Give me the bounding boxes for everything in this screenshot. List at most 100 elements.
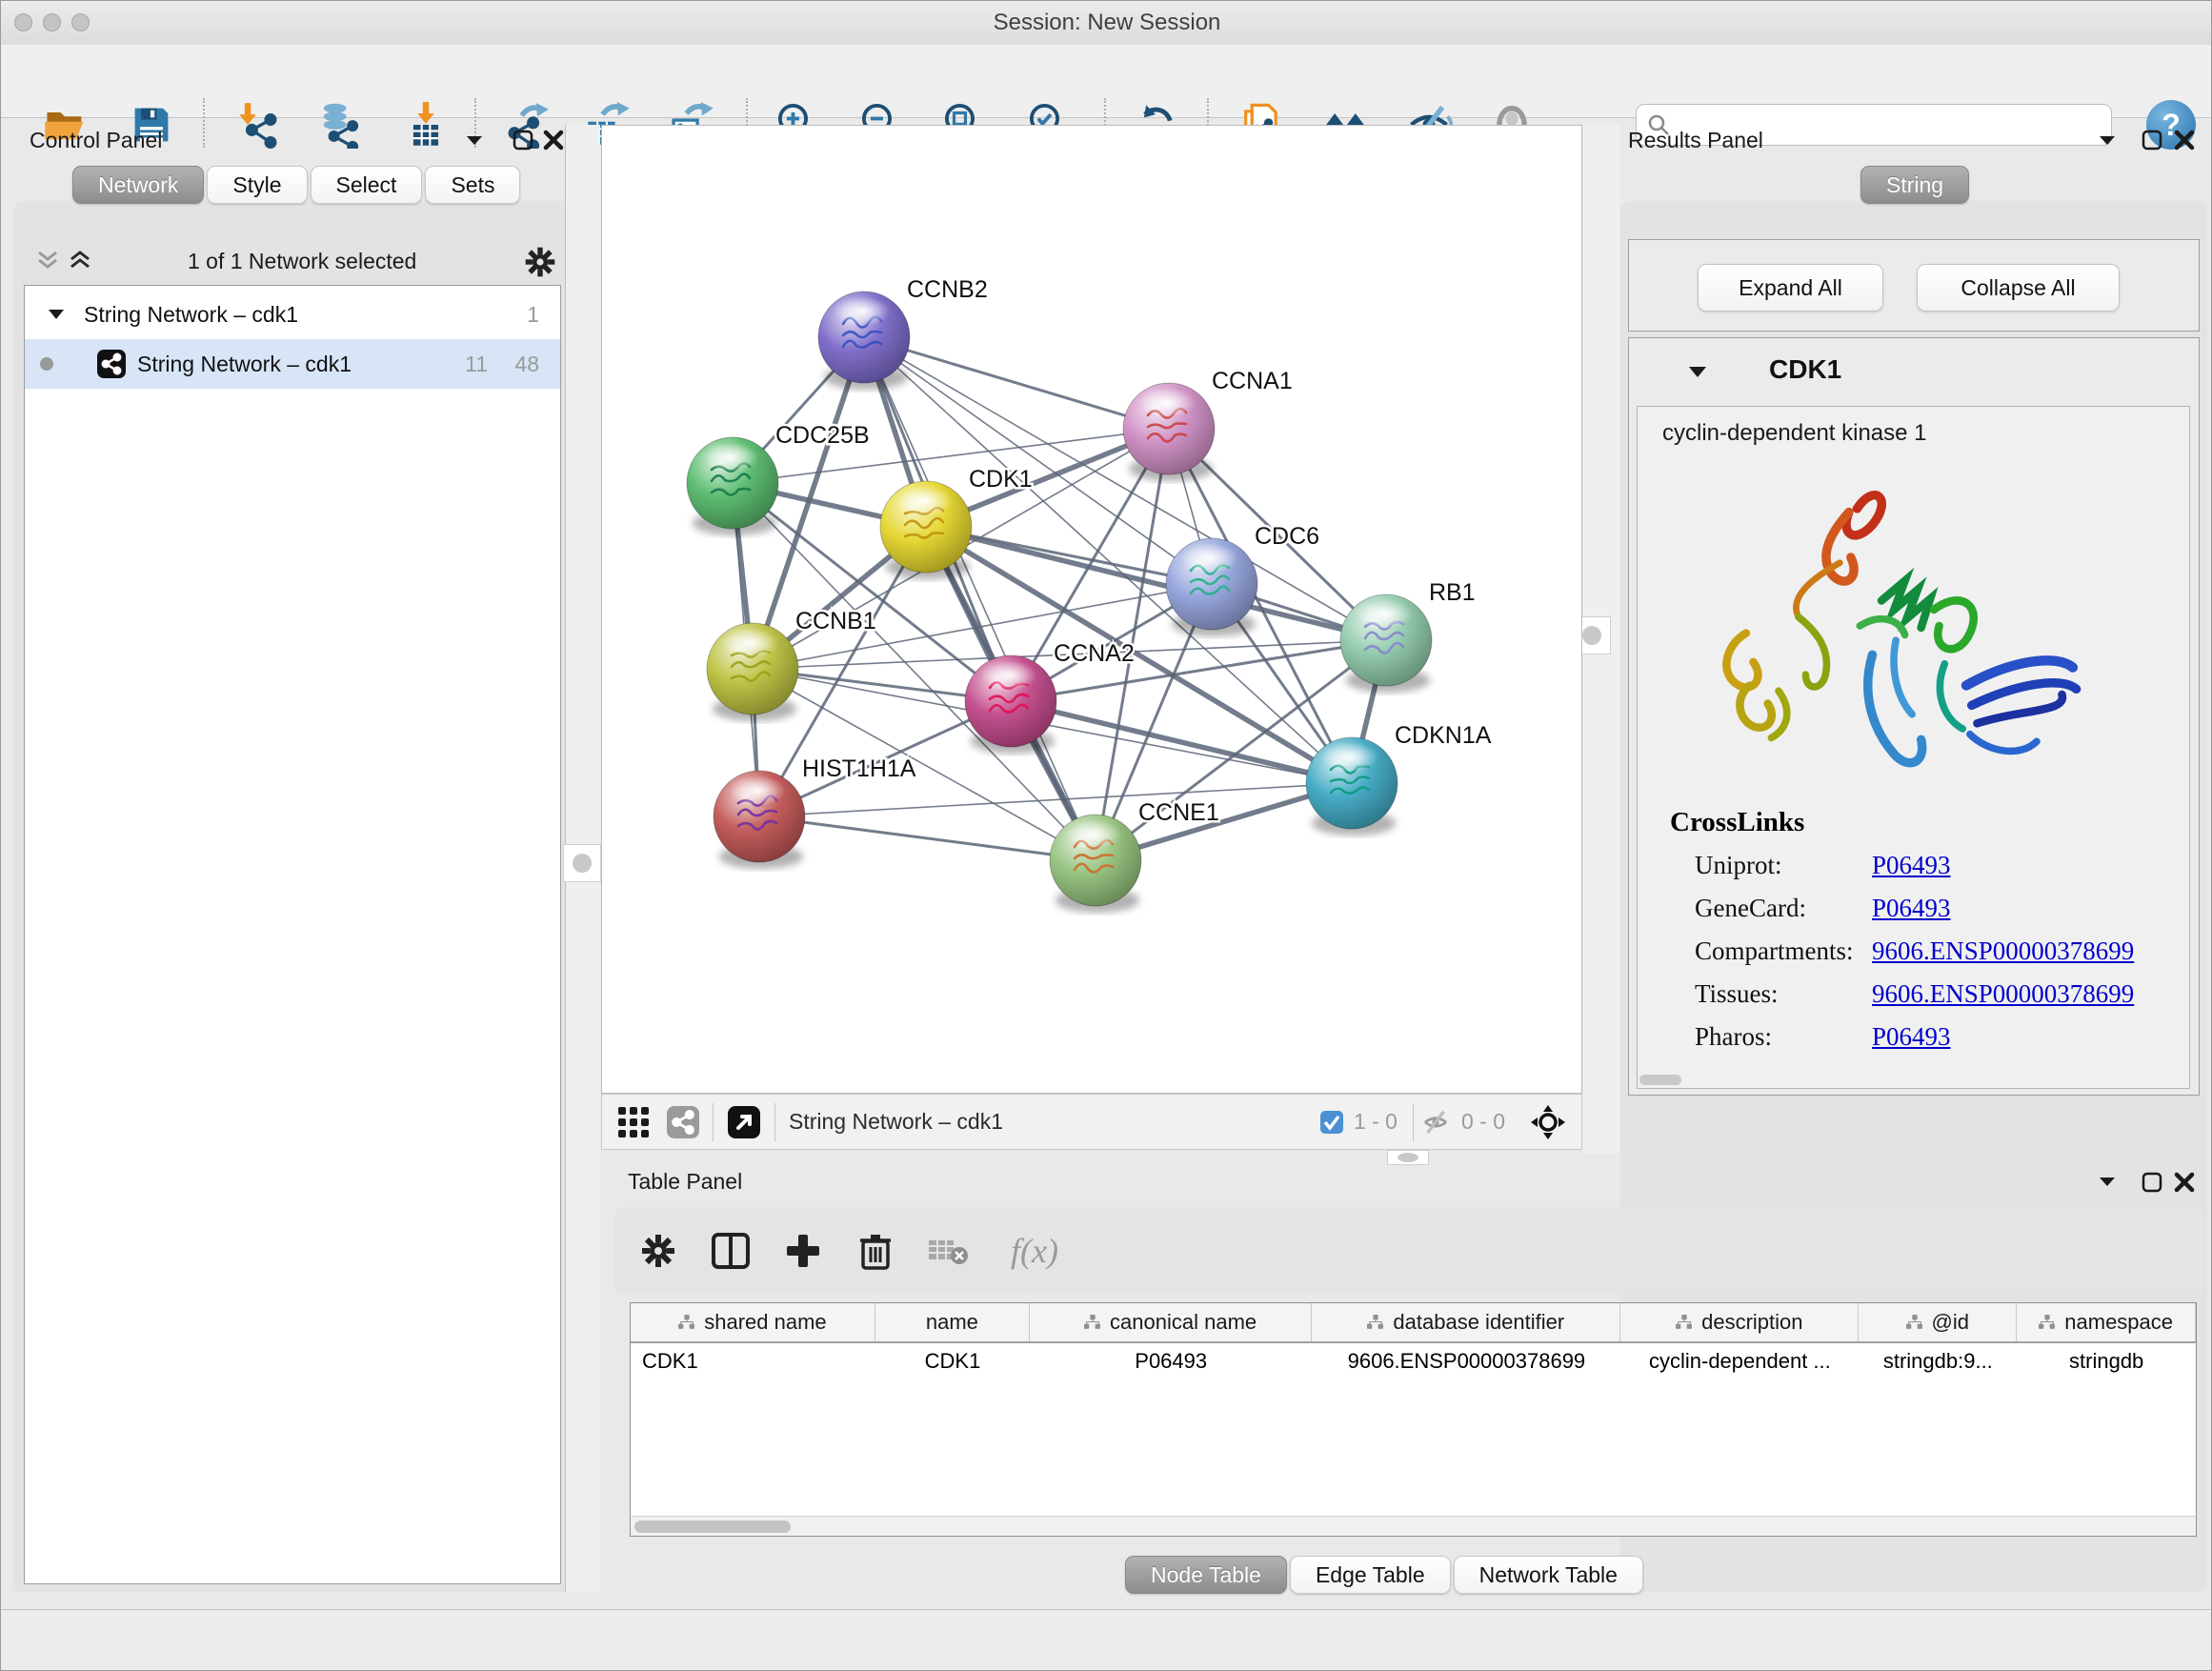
protein-structure-image [1649,454,2182,797]
table-panel-title: Table Panel [628,1169,742,1195]
network-canvas[interactable]: CCNB2CCNA1CDC25BCDK1CDC6RB1CCNB1CCNA2CDK… [601,125,1582,1094]
title-bar: Session: New Session [1,1,2212,46]
birdseye-crosshair-icon[interactable] [1530,1104,1566,1140]
column-header-@id[interactable]: @id [1859,1303,2017,1341]
table-panel-close-icon[interactable] [2173,1171,2196,1194]
network-share-icon[interactable] [667,1106,699,1138]
node-CDK1[interactable]: CDK1 [880,466,1033,579]
table-row[interactable]: CDK1CDK1P064939606.ENSP00000378699cyclin… [631,1343,2196,1379]
results-panel-menu-icon[interactable] [2097,132,2118,148]
table-header-row: shared namenamecanonical namedatabase id… [631,1303,2196,1343]
table-panel-float-icon[interactable] [2141,1171,2163,1194]
import-network-database-button[interactable] [312,96,366,153]
table-cell[interactable]: stringdb [2017,1343,2196,1379]
node-label: CCNA1 [1212,368,1293,394]
column-header-canonical-name[interactable]: canonical name [1030,1303,1312,1341]
gene-section-header[interactable]: CDK1 [1628,337,2200,405]
node-CCNA1[interactable]: CCNA1 [1123,368,1293,481]
table-cell[interactable]: cyclin-dependent ... [1620,1343,1859,1379]
table-cell[interactable]: 9606.ENSP00000378699 [1312,1343,1620,1379]
tab-network-table[interactable]: Network Table [1454,1556,1643,1594]
control-panel-menu-icon[interactable] [464,132,485,148]
node-CDKN1A[interactable]: CDKN1A [1306,722,1492,836]
column-header-database-identifier[interactable]: database identifier [1312,1303,1620,1341]
column-header-namespace[interactable]: namespace [2017,1303,2196,1341]
function-builder-icon[interactable]: f(x) [992,1228,1077,1274]
column-header-name[interactable]: name [875,1303,1030,1341]
collection-label: String Network – cdk1 [84,302,298,328]
node-label: CCNB2 [907,276,988,303]
table-cell[interactable]: CDK1 [631,1343,875,1379]
collection-expand-triangle-icon[interactable] [48,308,65,321]
table-cell[interactable]: stringdb:9... [1859,1343,2017,1379]
node-CCNB2[interactable]: CCNB2 [818,276,988,390]
table-settings-gear-icon[interactable] [635,1228,681,1274]
import-table-button[interactable] [399,96,452,153]
network-list: String Network – cdk1 1 String Network –… [24,285,561,1584]
tab-edge-table[interactable]: Edge Table [1290,1556,1451,1594]
selected-checkbox-icon[interactable] [1319,1110,1344,1135]
crosslink-link[interactable]: 9606.ENSP00000378699 [1872,979,2134,1009]
tab-sets[interactable]: Sets [425,166,520,204]
network-view-title: String Network – cdk1 [789,1109,1003,1135]
crosslink-label: Pharos: [1695,1022,1872,1052]
edge-HIST1H1A-CCNE1[interactable] [759,816,1096,860]
network-options-gear-icon[interactable] [523,245,557,279]
tab-node-table[interactable]: Node Table [1125,1556,1287,1594]
network-collection-row[interactable]: String Network – cdk1 1 [25,290,560,339]
crosslink-row: Uniprot:P06493 [1638,844,2189,887]
horizontal-splitter-handle[interactable] [1387,1150,1429,1165]
crosslinks-section: CrossLinks Uniprot:P06493GeneCard:P06493… [1638,807,2189,1058]
node-label: CDC6 [1255,523,1319,550]
tab-network[interactable]: Network [72,166,204,204]
network-label: String Network – cdk1 [137,352,352,377]
window-title: Session: New Session [1,1,2212,45]
edge-CCNB2-CCNA1[interactable] [864,337,1169,429]
show-columns-icon[interactable] [708,1228,754,1274]
results-panel-title: Results Panel [1628,128,1763,153]
node-HIST1H1A[interactable]: HIST1H1A [714,755,916,869]
collapse-all-tree-icon[interactable] [35,247,60,275]
splitter-handle[interactable] [563,844,601,882]
detach-view-icon[interactable] [727,1105,761,1139]
expand-all-button[interactable]: Expand All [1698,264,1883,312]
control-panel-close-icon[interactable] [542,129,565,151]
add-column-icon[interactable] [780,1228,826,1274]
control-panel-title: Control Panel [30,128,162,153]
expand-all-tree-icon[interactable] [68,247,92,275]
collapse-all-button[interactable]: Collapse All [1917,264,2120,312]
tab-string[interactable]: String [1860,166,1969,204]
table-horizontal-scrollbar[interactable] [630,1516,2197,1537]
hidden-node-edge-count: 0 - 0 [1461,1109,1505,1135]
table-panel-menu-icon[interactable] [2097,1174,2118,1189]
crosslink-link[interactable]: 9606.ENSP00000378699 [1872,936,2134,966]
tab-style[interactable]: Style [207,166,307,204]
table-cell[interactable]: CDK1 [875,1343,1030,1379]
hidden-eye-slash-icon[interactable] [1419,1108,1452,1137]
crosslink-label: Compartments: [1695,936,1872,966]
grid-view-icon[interactable] [617,1106,650,1138]
control-panel-float-icon[interactable] [512,129,534,151]
crosslink-link[interactable]: P06493 [1872,1022,1951,1052]
crosslink-row: GeneCard:P06493 [1638,887,2189,930]
node-label: CCNA2 [1054,640,1135,667]
results-panel-float-icon[interactable] [2141,129,2163,151]
network-graph[interactable]: CCNB2CCNA1CDC25BCDK1CDC6RB1CCNB1CCNA2CDK… [602,126,1581,1093]
column-header-shared-name[interactable]: shared name [631,1303,875,1341]
section-collapse-triangle-icon[interactable] [1687,364,1708,379]
column-header-description[interactable]: description [1620,1303,1859,1341]
delete-column-icon[interactable] [853,1228,898,1274]
crosslink-link[interactable]: P06493 [1872,894,1951,923]
delete-table-icon[interactable] [925,1228,971,1274]
results-panel-tabs: String [1860,166,1969,204]
edge-CCNA2-CDKN1A[interactable] [1011,701,1352,783]
tab-select[interactable]: Select [311,166,423,204]
import-network-button[interactable] [232,96,286,153]
table-cell[interactable]: P06493 [1030,1343,1312,1379]
network-row-selected[interactable]: String Network – cdk1 11 48 [25,339,560,389]
node-RB1[interactable]: RB1 [1340,579,1476,693]
results-scrollbar-thumb[interactable] [1639,1075,1681,1085]
network-selection-status: 1 of 1 Network selected [188,249,416,274]
results-panel-close-icon[interactable] [2173,129,2196,151]
crosslink-link[interactable]: P06493 [1872,851,1951,880]
